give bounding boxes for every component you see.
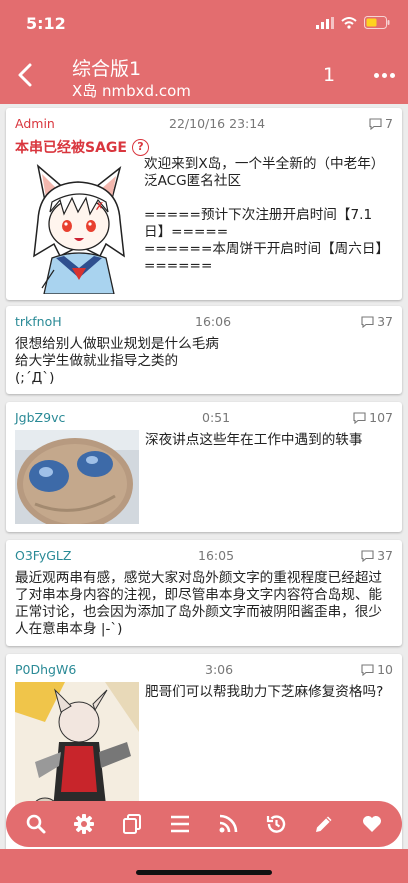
forum-title: 综合版1 [72, 58, 142, 80]
post-uid: O3FyGLZ [15, 548, 72, 563]
bottom-strip [0, 849, 408, 883]
post-uid: Admin [15, 116, 55, 131]
comment-icon [361, 315, 374, 328]
comment-icon [369, 117, 382, 130]
post-content: 肥哥们可以帮我助力下芝麻修复资格吗? [145, 684, 384, 700]
post-content: 很想给别人做职业规划是什么毛病 给大学生做就业指导之类的 (;´Д`) [15, 336, 219, 386]
sage-notice: 本串已经被SAGE ? [15, 137, 149, 157]
app-header: 5:12 综合版1 X岛 nmbxd.com 1 [0, 0, 408, 104]
post-time: 16:05 [198, 548, 235, 563]
status-time: 5:12 [26, 14, 66, 33]
reply-count: 10 [361, 662, 393, 677]
post-content: 最近观两串有感，感觉大家对岛外颜文字的重视程度已经超过了对串本身内容的注视，即尽… [15, 570, 383, 637]
wifi-icon [341, 16, 357, 29]
back-icon[interactable] [14, 60, 38, 90]
post-image[interactable] [15, 430, 139, 524]
post-uid: trkfnoH [15, 314, 62, 329]
reply-count: 37 [361, 548, 393, 563]
gear-icon[interactable] [69, 809, 99, 839]
list-icon[interactable] [165, 809, 195, 839]
comment-icon [361, 663, 374, 676]
signal-icon [316, 16, 334, 29]
post-image[interactable]: ✗ [20, 160, 138, 294]
forum-subtitle: X岛 nmbxd.com [72, 82, 191, 100]
help-icon[interactable]: ? [131, 138, 149, 156]
search-icon[interactable] [21, 809, 51, 839]
post-time: 0:51 [202, 410, 231, 425]
thread-card[interactable]: Admin 22/10/16 23:14 7 本串已经被SAGE ? ✗ 欢迎来… [6, 108, 402, 300]
thread-card[interactable]: trkfnoH 16:06 37 很想给别人做职业规划是什么毛病 给大学生做就业… [6, 306, 402, 394]
post-uid: JgbZ9vc [15, 410, 66, 425]
svg-text:✗: ✗ [95, 200, 104, 213]
post-time: 16:06 [195, 314, 232, 329]
rss-icon[interactable] [213, 809, 243, 839]
post-time: 3:06 [205, 662, 234, 677]
history-icon[interactable] [261, 809, 291, 839]
status-icons [316, 16, 390, 29]
pencil-icon[interactable] [309, 809, 339, 839]
home-indicator[interactable] [136, 870, 272, 875]
comment-icon [353, 411, 366, 424]
post-uid: P0DhgW6 [15, 662, 77, 677]
more-icon[interactable] [374, 73, 395, 78]
copy-icon[interactable] [117, 809, 147, 839]
battery-icon [364, 16, 390, 29]
post-content: 深夜讲点这些年在工作中遇到的轶事 [145, 432, 363, 448]
post-content: 欢迎来到X岛，一个半全新的（中老年）泛ACG匿名社区 =====预计下次注册开启… [144, 156, 390, 274]
reply-count: 37 [361, 314, 393, 329]
thread-card[interactable]: O3FyGLZ 16:05 37 最近观两串有感，感觉大家对岛外颜文字的重视程度… [6, 540, 402, 646]
thread-card[interactable]: JgbZ9vc 0:51 107 深夜讲点这些年在工作中遇到的轶事 [6, 402, 402, 532]
bottom-toolbar [6, 801, 402, 847]
reply-count: 107 [353, 410, 393, 425]
reply-count: 7 [369, 116, 393, 131]
heart-icon[interactable] [357, 809, 387, 839]
thread-list[interactable]: Admin 22/10/16 23:14 7 本串已经被SAGE ? ✗ 欢迎来… [0, 104, 408, 883]
post-time: 22/10/16 23:14 [169, 116, 266, 131]
page-number[interactable]: 1 [323, 64, 335, 86]
comment-icon [361, 549, 374, 562]
